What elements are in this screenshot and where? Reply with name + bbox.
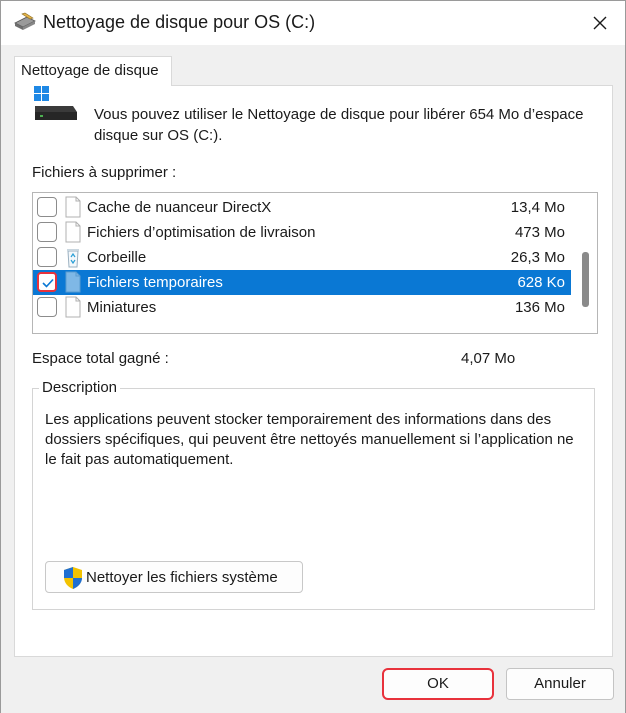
- clean-system-files-button[interactable]: Nettoyer les fichiers système: [45, 561, 303, 593]
- files-to-delete-label: Fichiers à supprimer :: [32, 164, 177, 181]
- dialog-footer: OK Annuler: [1, 657, 625, 713]
- cancel-button[interactable]: Annuler: [506, 668, 614, 700]
- scrollbar-thumb[interactable]: [582, 252, 589, 307]
- files-listbox[interactable]: Cache de nuanceur DirectX 13,4 Mo Fichie…: [32, 192, 598, 334]
- tab-nettoyage-de-disque[interactable]: Nettoyage de disque: [14, 56, 172, 86]
- item-name: Cache de nuanceur DirectX: [87, 199, 272, 216]
- intro-text: Vous pouvez utiliser le Nettoyage de dis…: [94, 106, 584, 144]
- checkbox[interactable]: [37, 197, 57, 217]
- item-size: 26,3 Mo: [510, 249, 565, 266]
- description-group: Description Les applications peuvent sto…: [32, 379, 595, 610]
- item-name: Corbeille: [87, 249, 147, 266]
- item-name: Miniatures: [87, 299, 157, 316]
- dialog-client-area: Nettoyage de disque Vous pouvez utiliser…: [1, 45, 625, 713]
- description-legend: Description: [39, 379, 121, 396]
- window-title: Nettoyage de disque pour OS (C:): [43, 12, 316, 32]
- checkbox-checked[interactable]: [37, 272, 57, 292]
- total-space-label: Espace total gagné :: [32, 350, 169, 367]
- files-list: Cache de nuanceur DirectX 13,4 Mo Fichie…: [33, 195, 571, 320]
- title-bar: Nettoyage de disque pour OS (C:): [1, 1, 625, 45]
- total-space-value: 4,07 Mo: [461, 350, 516, 367]
- tab-panel: Vous pouvez utiliser le Nettoyage de dis…: [14, 85, 613, 657]
- uac-shield-icon: [64, 567, 82, 589]
- item-size: 136 Mo: [514, 299, 565, 316]
- list-item-delivery-optimization[interactable]: Fichiers d’optimisation de livraison 473…: [33, 220, 571, 245]
- list-item-temporary-files[interactable]: Fichiers temporaires 628 Ko: [33, 270, 571, 295]
- ok-button[interactable]: OK: [382, 668, 494, 700]
- checkmark-icon: [42, 278, 54, 288]
- item-size: 628 Ko: [517, 274, 565, 291]
- checkbox[interactable]: [37, 222, 57, 242]
- close-button[interactable]: [577, 5, 623, 41]
- item-name: Fichiers temporaires: [87, 274, 223, 291]
- close-icon: [593, 16, 607, 30]
- file-icon: [65, 196, 81, 218]
- list-item-recycle-bin[interactable]: Corbeille 26,3 Mo: [33, 245, 571, 270]
- tab-label: Nettoyage de disque: [21, 62, 159, 79]
- clean-system-files-label: Nettoyer les fichiers système: [86, 569, 278, 586]
- disk-cleanup-window: Nettoyage de disque pour OS (C:) Nettoya…: [0, 0, 626, 713]
- drive-icon: [34, 86, 77, 120]
- description-text: Les applications peuvent stocker tempora…: [45, 411, 574, 468]
- list-item-thumbnails[interactable]: Miniatures 136 Mo: [33, 295, 571, 320]
- vertical-scrollbar[interactable]: [573, 193, 597, 333]
- checkbox[interactable]: [37, 247, 57, 267]
- item-size: 473 Mo: [514, 224, 565, 241]
- checkbox[interactable]: [37, 297, 57, 317]
- list-item-directx-cache[interactable]: Cache de nuanceur DirectX 13,4 Mo: [33, 195, 571, 220]
- disk-cleanup-app-icon: [14, 12, 36, 30]
- file-icon: [65, 221, 81, 243]
- recycle-bin-icon: [67, 249, 79, 268]
- file-icon: [65, 271, 81, 293]
- item-name: Fichiers d’optimisation de livraison: [87, 224, 316, 241]
- item-size: 13,4 Mo: [510, 199, 565, 216]
- file-icon: [65, 296, 81, 318]
